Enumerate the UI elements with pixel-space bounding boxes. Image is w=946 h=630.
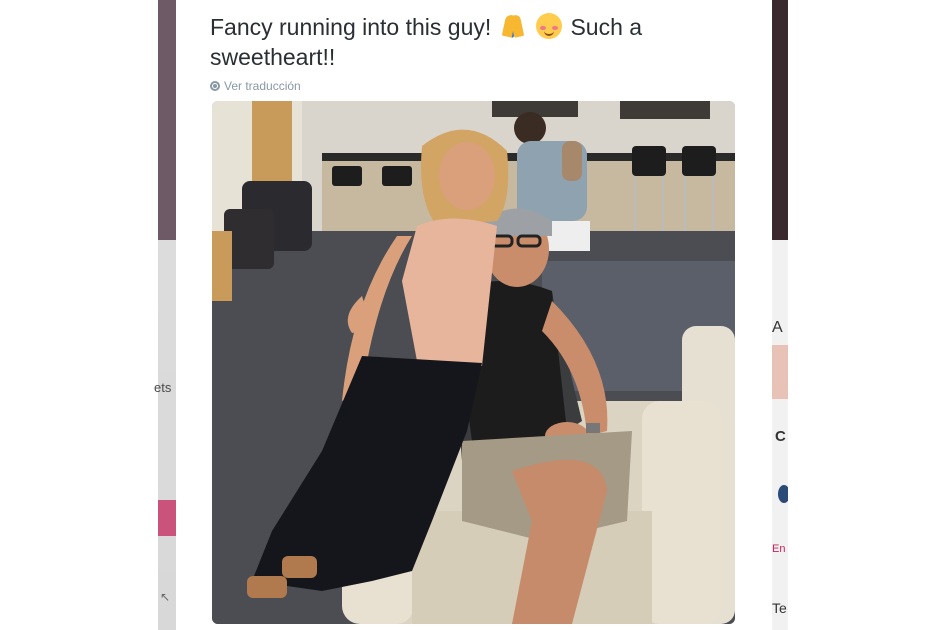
blushing-face-emoji-icon (536, 13, 563, 39)
background-right-block (772, 345, 788, 399)
background-right-link: En (772, 543, 786, 555)
background-right-text-3: Te (772, 600, 787, 616)
background-right-text: A (772, 319, 783, 336)
translate-link[interactable]: Ver traducción (210, 79, 301, 93)
background-left-button (158, 500, 176, 536)
background-right-text-2: C (775, 428, 786, 445)
tweet-photo[interactable] (212, 101, 735, 624)
tweet-text-part-1: Fancy running into this guy! (210, 14, 498, 40)
tweet-text: Fancy running into this guy! Such a swee… (210, 12, 750, 72)
translate-label: Ver traducción (224, 79, 301, 93)
photo-illustration (212, 101, 735, 624)
background-left-arrow-icon: ↖ (160, 590, 171, 604)
background-left-text: ets (154, 380, 172, 395)
background-right-column (772, 0, 788, 630)
tweet-card: Fancy running into this guy! Such a swee… (176, 0, 772, 630)
folded-hands-emoji-icon (500, 13, 526, 39)
background-right-page (788, 0, 946, 630)
background-left-page (0, 0, 158, 630)
globe-icon (210, 81, 220, 91)
